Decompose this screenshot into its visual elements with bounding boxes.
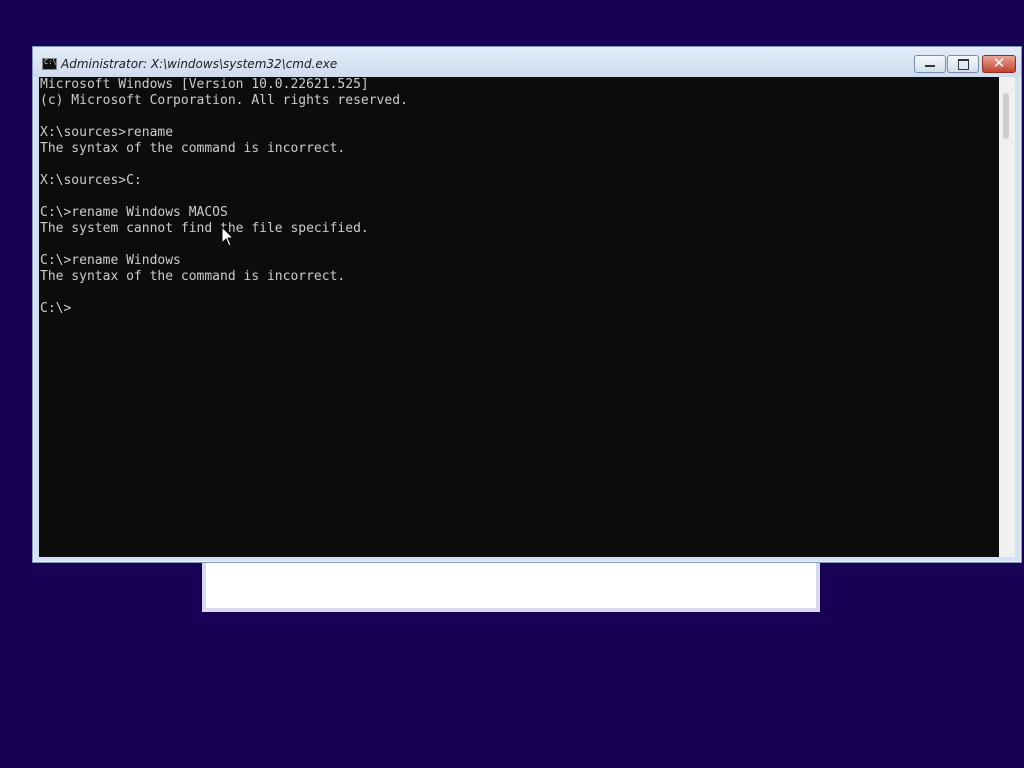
console-line: The syntax of the command is incorrect. [40, 141, 346, 156]
console-line [39, 109, 999, 125]
vertical-scrollbar[interactable] [999, 77, 1015, 557]
maximize-button[interactable] [947, 55, 979, 73]
console-line [39, 189, 999, 205]
console-line: X:\sources>C: [40, 173, 142, 188]
cmd-window: Administrator: X:\windows\system32\cmd.e… [32, 46, 1022, 563]
cmd-icon[interactable] [42, 58, 57, 70]
console-line: (c) Microsoft Corporation. All rights re… [40, 93, 408, 108]
desktop-background: Administrator: X:\windows\system32\cmd.e… [0, 0, 1024, 768]
console-line: C:\>rename Windows MACOS [40, 205, 228, 220]
console-line: The system cannot find the file specifie… [40, 221, 369, 236]
window-title: Administrator: X:\windows\system32\cmd.e… [61, 57, 338, 71]
console-line: C:\>rename Windows [40, 253, 181, 268]
minimize-button[interactable] [914, 55, 946, 73]
minimize-icon [925, 65, 935, 67]
close-button[interactable]: ✕ [982, 54, 1016, 73]
console-line [39, 285, 999, 301]
setup-dialog-body [210, 566, 812, 604]
console-line: X:\sources>rename [40, 125, 174, 140]
title-bar[interactable]: Administrator: X:\windows\system32\cmd.e… [33, 47, 1021, 77]
scrollbar-thumb[interactable] [1003, 93, 1009, 139]
maximize-icon [958, 59, 969, 70]
command-prompt-line[interactable]: C:\> [39, 301, 999, 317]
console-output[interactable]: Microsoft Windows [Version 10.0.22621.52… [39, 77, 999, 557]
close-icon: ✕ [992, 54, 1006, 72]
console-line [39, 237, 999, 253]
console-line [39, 157, 999, 173]
console-line: Microsoft Windows [Version 10.0.22621.52… [40, 77, 369, 92]
console-line: The syntax of the command is incorrect. [40, 269, 346, 284]
